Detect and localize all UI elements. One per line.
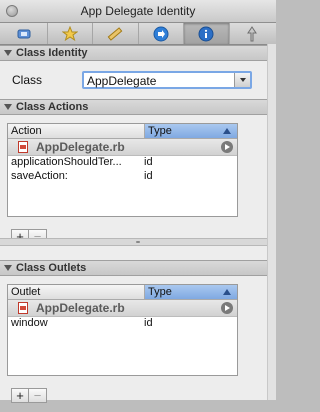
class-outlets-title: Class Outlets (16, 262, 87, 274)
tab-identity[interactable] (184, 23, 230, 44)
sort-ascending-icon (223, 128, 231, 134)
bindings-icon (246, 25, 257, 41)
actions-group-label: AppDelegate.rb (36, 140, 125, 154)
go-arrow-icon[interactable] (221, 141, 233, 153)
class-identity-title: Class Identity (16, 47, 88, 59)
action-type: id (144, 170, 153, 182)
connections-icon (153, 26, 169, 41)
identity-icon (198, 26, 214, 41)
tab-connections[interactable] (139, 23, 184, 44)
title-bar[interactable]: App Delegate Identity (0, 0, 276, 23)
ruby-file-icon (18, 141, 28, 153)
tab-attributes[interactable] (2, 23, 48, 44)
action-type: id (144, 156, 153, 168)
table-row[interactable]: window id (8, 317, 237, 331)
type-column-header[interactable]: Type (145, 285, 237, 299)
inspector-window: App Delegate Identity Class Identity Cla… (0, 0, 276, 403)
sort-ascending-icon (223, 289, 231, 295)
ruby-file-icon (18, 302, 28, 314)
class-row: Class AppDelegate (0, 61, 276, 99)
tab-effects[interactable] (48, 23, 93, 44)
table-row[interactable]: applicationShouldTer... id (8, 156, 237, 170)
divider-grip-icon (136, 241, 140, 243)
attributes-icon (17, 29, 31, 38)
outlets-group-row[interactable]: AppDelegate.rb (8, 300, 237, 317)
outlets-group-label: AppDelegate.rb (36, 301, 125, 315)
scroll-gutter[interactable] (267, 44, 276, 400)
go-arrow-icon[interactable] (221, 302, 233, 314)
class-actions-panel: Action Type AppDelegate.rb applicationSh… (0, 115, 276, 252)
size-icon (107, 26, 123, 41)
type-column-label: Type (148, 286, 172, 298)
close-window-button[interactable] (6, 5, 18, 17)
disclosure-triangle-icon[interactable] (4, 50, 12, 56)
add-outlet-button[interactable]: + (11, 388, 29, 403)
type-column-header[interactable]: Type (145, 124, 237, 138)
class-outlets-panel: Outlet Type AppDelegate.rb window id + − (0, 276, 276, 412)
remove-outlet-button[interactable]: − (29, 388, 47, 403)
action-name: applicationShouldTer... (11, 156, 122, 168)
class-actions-header[interactable]: Class Actions (0, 99, 276, 115)
class-outlets-header[interactable]: Class Outlets (0, 260, 276, 276)
outlets-table-header: Outlet Type (8, 285, 237, 300)
class-value[interactable]: AppDelegate (87, 74, 156, 88)
disclosure-triangle-icon[interactable] (4, 265, 12, 271)
action-name: saveAction: (11, 170, 68, 182)
outlet-type: id (144, 317, 153, 329)
type-column-label: Type (148, 125, 172, 137)
tab-size[interactable] (93, 23, 139, 44)
inspector-toolbar (0, 23, 276, 45)
disclosure-triangle-icon[interactable] (4, 104, 12, 110)
class-actions-title: Class Actions (16, 101, 89, 113)
split-view-divider[interactable] (0, 238, 276, 246)
actions-table-header: Action Type (8, 124, 237, 139)
outlets-buttons: + − (11, 388, 47, 403)
class-dropdown-button[interactable] (234, 73, 250, 87)
chevron-down-icon (239, 78, 246, 82)
class-identity-header[interactable]: Class Identity (0, 45, 276, 61)
effects-icon (61, 25, 78, 41)
outlet-column-header[interactable]: Outlet (8, 285, 145, 299)
actions-table[interactable]: Action Type AppDelegate.rb applicationSh… (7, 123, 238, 217)
outlets-table[interactable]: Outlet Type AppDelegate.rb window id (7, 284, 238, 376)
action-column-header[interactable]: Action (8, 124, 145, 138)
table-row[interactable]: saveAction: id (8, 170, 237, 184)
window-title: App Delegate Identity (80, 4, 196, 18)
class-label: Class (12, 73, 43, 87)
outlet-name: window (11, 317, 48, 329)
tab-bindings[interactable] (230, 23, 275, 44)
actions-group-row[interactable]: AppDelegate.rb (8, 139, 237, 156)
class-combobox[interactable]: AppDelegate (82, 71, 252, 89)
